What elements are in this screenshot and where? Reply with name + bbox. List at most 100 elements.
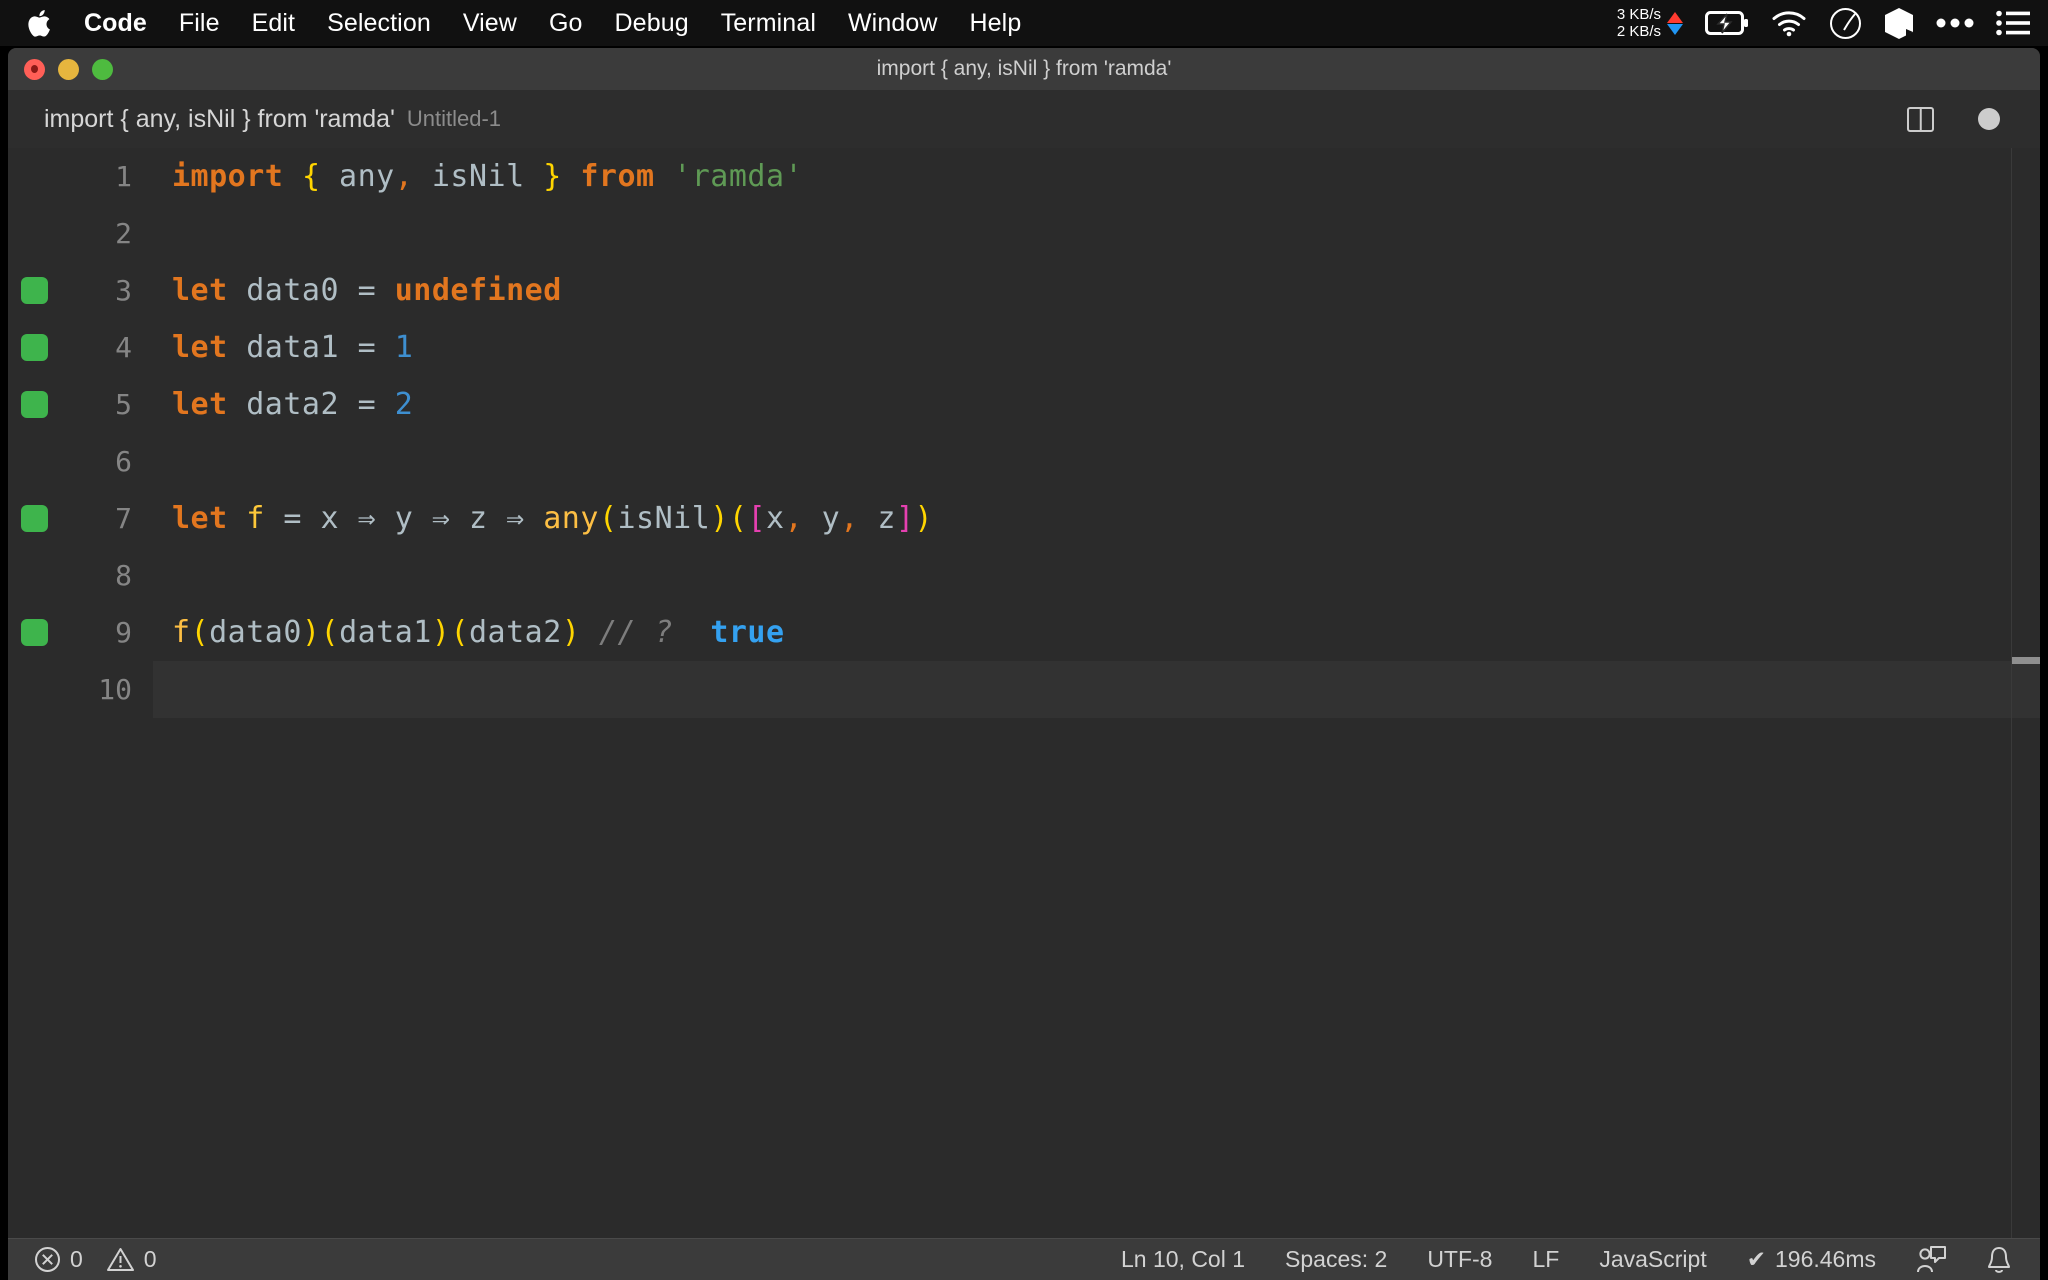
warning-triangle-icon (106, 1246, 135, 1273)
menubar-item-window[interactable]: Window (832, 9, 954, 38)
menubar-item-edit[interactable]: Edit (236, 9, 311, 38)
current-line-highlight (153, 661, 2040, 718)
editor-line: 1 import { any, isNil } from 'ramda' (8, 148, 2040, 205)
gutter-live-marker[interactable] (21, 505, 48, 532)
token-keyword-let: let (172, 330, 228, 365)
editor-line: 4 let data1 = 1 (8, 319, 2040, 376)
network-speed-indicator[interactable]: 3 KB/s 2 KB/s (1617, 6, 1683, 40)
upload-arrow-icon (1667, 11, 1683, 23)
line-number: 6 (115, 445, 132, 478)
language-mode[interactable]: JavaScript (1599, 1246, 1706, 1273)
menubar-item-debug[interactable]: Debug (599, 9, 705, 38)
runtime-duration: 196.46ms (1774, 1246, 1876, 1272)
indentation-setting[interactable]: Spaces: 2 (1285, 1246, 1387, 1273)
token-paren-close: ) (561, 615, 581, 650)
token-paren-open2: ( (728, 501, 748, 536)
cube-icon[interactable] (1884, 7, 1914, 40)
token-arg-data1: data1 (339, 615, 432, 650)
gutter-live-marker[interactable] (21, 619, 48, 646)
split-editor-icon[interactable] (1907, 106, 1934, 132)
token-paren-open: ( (190, 615, 210, 650)
token-equals: = (283, 501, 321, 536)
code-line-1[interactable]: import { any, isNil } from 'ramda' (172, 159, 803, 194)
editor-line: 5 let data2 = 2 (8, 376, 2040, 433)
breadcrumb-path[interactable]: import { any, isNil } from 'ramda' (44, 105, 395, 134)
token-equals: = (357, 273, 395, 308)
menubar-item-terminal[interactable]: Terminal (705, 9, 832, 38)
wifi-icon[interactable] (1771, 10, 1807, 37)
token-param-y: y (376, 501, 432, 536)
editor-breadcrumb-bar: import { any, isNil } from 'ramda' Untit… (8, 90, 2040, 148)
menubar-item-file[interactable]: File (163, 9, 236, 38)
token-brace-open: { (301, 159, 321, 194)
token-keyword-let: let (172, 273, 228, 308)
code-line-9[interactable]: f(data0)(data1)(data2) // ? true (172, 615, 785, 650)
feedback-person-icon[interactable] (1916, 1245, 1946, 1274)
token-keyword-let: let (172, 387, 228, 422)
list-icon[interactable] (1996, 10, 2030, 36)
scrollbar-thumb[interactable] (2012, 657, 2040, 664)
network-upload-speed: 3 KB/s (1616, 6, 1661, 23)
breadcrumb-filename[interactable]: Untitled-1 (407, 106, 501, 132)
token-string-ramda: 'ramda' (673, 159, 804, 194)
clock-icon[interactable] (1829, 7, 1862, 40)
token-array-y: y (803, 501, 841, 536)
screen: Code File Edit Selection View Go Debug T… (0, 0, 2048, 1280)
menubar-item-view[interactable]: View (447, 9, 533, 38)
token-comment: // ? (598, 615, 674, 650)
menubar-item-selection[interactable]: Selection (311, 9, 447, 38)
check-icon: ✔ (1746, 1246, 1766, 1272)
editor-scrollbar[interactable] (2011, 148, 2040, 1238)
token-arrow: ⇒ (506, 501, 525, 536)
encoding-setting[interactable]: UTF-8 (1427, 1246, 1492, 1273)
token-number-2: 2 (394, 387, 414, 422)
editor-actions (1907, 106, 2040, 132)
code-line-7[interactable]: let f = x ⇒ y ⇒ z ⇒ any(isNil)([x, y, z]… (172, 501, 933, 536)
gutter-live-marker[interactable] (21, 277, 48, 304)
minimize-button[interactable] (58, 58, 79, 80)
gutter-live-marker[interactable] (21, 334, 48, 361)
menubar-item-help[interactable]: Help (954, 9, 1038, 38)
token-paren-close: ) (431, 615, 451, 650)
line-number: 10 (98, 673, 132, 706)
apple-logo-icon[interactable] (24, 6, 54, 40)
line-number: 8 (115, 559, 132, 592)
problems-indicator[interactable]: 0 0 (34, 1246, 157, 1273)
bell-icon[interactable] (1986, 1246, 2012, 1274)
eol-setting[interactable]: LF (1532, 1246, 1559, 1273)
token-array-z: z (858, 501, 896, 536)
runtime-indicator[interactable]: ✔ 196.46ms (1747, 1246, 1876, 1273)
code-line-4[interactable]: let data1 = 1 (172, 330, 413, 365)
battery-charging-icon[interactable] (1705, 10, 1749, 36)
token-call-any: any (543, 501, 599, 536)
maximize-button[interactable] (92, 58, 113, 80)
token-bracket-open: [ (747, 501, 766, 536)
close-button[interactable] (24, 58, 45, 80)
editor-line: 3 let data0 = undefined (8, 262, 2040, 319)
token-arrow: ⇒ (357, 501, 377, 536)
token-call-f: f (172, 615, 191, 650)
gutter-live-marker[interactable] (21, 391, 48, 418)
ellipsis-icon[interactable] (1936, 17, 1974, 29)
token-bracket-close: ] (895, 501, 915, 536)
code-editor[interactable]: 1 import { any, isNil } from 'ramda' 2 3… (8, 148, 2040, 1238)
warning-count: 0 (143, 1246, 157, 1272)
token-number-1: 1 (394, 330, 414, 365)
editor-line: 6 (8, 433, 2040, 490)
cursor-position[interactable]: Ln 10, Col 1 (1121, 1246, 1245, 1273)
token-array-x: x (766, 501, 785, 536)
code-line-5[interactable]: let data2 = 2 (172, 387, 413, 422)
unsaved-indicator-icon[interactable] (1978, 108, 2000, 130)
menubar-item-code[interactable]: Code (68, 9, 163, 38)
editor-line: 8 (8, 547, 2040, 604)
menubar-item-go[interactable]: Go (533, 9, 599, 38)
line-number: 2 (115, 217, 132, 250)
token-data0: data0 (227, 273, 358, 308)
token-paren-open: ( (598, 501, 618, 536)
token-param-z: z (450, 501, 507, 536)
token-paren-open: ( (450, 615, 469, 650)
code-line-3[interactable]: let data0 = undefined (172, 273, 562, 308)
token-comma: , (840, 501, 859, 536)
editor-line: 9 f(data0)(data1)(data2) // ? true (8, 604, 2040, 661)
